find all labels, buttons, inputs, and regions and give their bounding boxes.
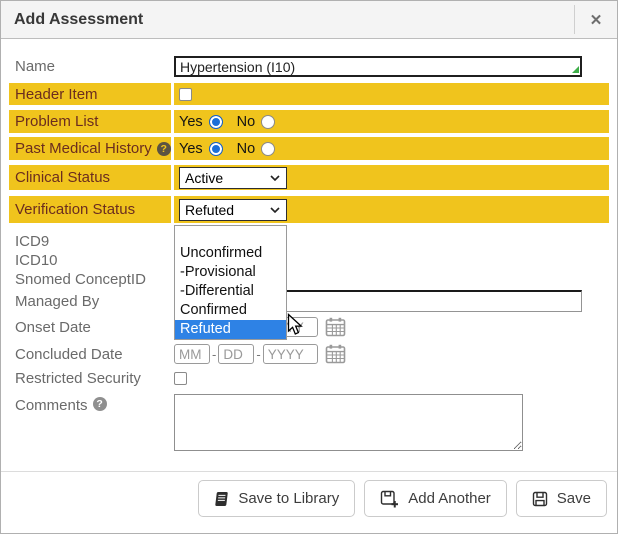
past-medical-history-row: Past Medical History ? Yes No (9, 137, 609, 160)
pmh-no-radio[interactable] (261, 142, 275, 156)
restricted-security-checkbox[interactable] (174, 372, 187, 385)
clinical-status-select[interactable]: Active (179, 167, 287, 189)
onset-calendar-button[interactable] (325, 317, 346, 337)
onset-date-label: Onset Date (9, 319, 171, 336)
problem-list-no-radio[interactable] (261, 115, 275, 129)
chevron-down-icon (270, 207, 280, 213)
concluded-date-label: Concluded Date (9, 346, 171, 363)
icd9-label: ICD9 (9, 233, 171, 250)
problem-list-no-label: No (237, 114, 256, 130)
icd10-label: ICD10 (9, 252, 171, 269)
save-to-library-label: Save to Library (238, 490, 339, 507)
verification-status-value: Refuted (185, 202, 234, 218)
verification-status-label: Verification Status (9, 196, 171, 223)
help-icon[interactable]: ? (93, 397, 107, 411)
restricted-security-label: Restricted Security (9, 370, 171, 387)
verification-status-select[interactable]: Refuted (179, 199, 287, 221)
save-label: Save (557, 490, 591, 507)
name-input[interactable] (174, 56, 582, 77)
concluded-month-input[interactable] (174, 344, 210, 364)
dialog-title: Add Assessment (1, 11, 574, 29)
date-separator: - (212, 347, 216, 362)
chevron-down-icon (270, 175, 280, 181)
save-plus-icon (380, 490, 399, 508)
add-assessment-dialog: Add Assessment ✕ Name Header Item Proble… (0, 0, 618, 534)
past-medical-history-label: Past Medical History (15, 140, 152, 157)
problem-list-yes-radio[interactable] (209, 115, 223, 129)
calendar-icon (325, 344, 346, 364)
verification-status-row: Verification Status Refuted (9, 196, 609, 223)
option-blank[interactable] (175, 226, 286, 244)
problem-list-yes-label: Yes (179, 114, 203, 130)
calendar-icon (325, 317, 346, 337)
clinical-status-row: Clinical Status Active (9, 165, 609, 190)
managed-by-label: Managed By (9, 293, 171, 310)
problem-list-label: Problem List (9, 110, 171, 133)
date-separator: - (256, 347, 260, 362)
option-unconfirmed[interactable]: Unconfirmed (175, 244, 286, 263)
add-another-label: Add Another (408, 490, 491, 507)
managed-by-row: Managed By (9, 289, 609, 313)
verification-status-dropdown: Unconfirmed -Provisional -Differential C… (174, 225, 287, 340)
pmh-yes-label: Yes (179, 141, 203, 157)
name-label: Name (9, 58, 171, 75)
option-provisional[interactable]: -Provisional (175, 263, 286, 282)
concluded-day-input[interactable] (218, 344, 254, 364)
header-item-checkbox[interactable] (179, 88, 192, 101)
dialog-body: Name Header Item Problem List Yes No Pas… (1, 54, 617, 451)
icd10-row: ICD10 (9, 251, 609, 270)
header-item-label: Header Item (9, 83, 171, 105)
snomed-conceptid-row: Snomed ConceptID (9, 270, 609, 289)
icd9-row: ICD9 (9, 232, 609, 251)
pmh-yes-radio[interactable] (209, 142, 223, 156)
add-another-button[interactable]: Add Another (364, 480, 507, 517)
problem-list-row: Problem List Yes No (9, 110, 609, 133)
header-item-row: Header Item (9, 83, 609, 105)
restricted-security-row: Restricted Security (9, 370, 609, 386)
clinical-status-label: Clinical Status (9, 165, 171, 190)
option-refuted[interactable]: Refuted (175, 320, 286, 339)
comments-row: Comments ? (9, 394, 609, 451)
option-differential[interactable]: -Differential (175, 282, 286, 301)
concluded-calendar-button[interactable] (325, 344, 346, 364)
dialog-titlebar: Add Assessment ✕ (1, 1, 617, 39)
dialog-footer: Save to Library Add Another Save (1, 471, 617, 517)
name-row: Name (9, 54, 609, 79)
clinical-status-value: Active (185, 170, 223, 186)
onset-date-row: Onset Date - - (9, 316, 609, 338)
save-icon (532, 491, 548, 507)
snomed-conceptid-label: Snomed ConceptID (9, 271, 171, 288)
help-icon[interactable]: ? (157, 142, 171, 156)
pmh-no-label: No (237, 141, 256, 157)
name-input-wrap (174, 56, 582, 77)
save-button[interactable]: Save (516, 480, 607, 517)
concluded-date-row: Concluded Date - - (9, 343, 609, 365)
close-icon: ✕ (590, 11, 603, 29)
close-button[interactable]: ✕ (575, 1, 617, 38)
book-icon (214, 491, 229, 507)
option-confirmed[interactable]: Confirmed (175, 301, 286, 320)
comments-textarea[interactable] (174, 394, 523, 451)
comments-label: Comments (15, 397, 88, 414)
save-to-library-button[interactable]: Save to Library (198, 480, 355, 517)
concluded-year-input[interactable] (263, 344, 318, 364)
